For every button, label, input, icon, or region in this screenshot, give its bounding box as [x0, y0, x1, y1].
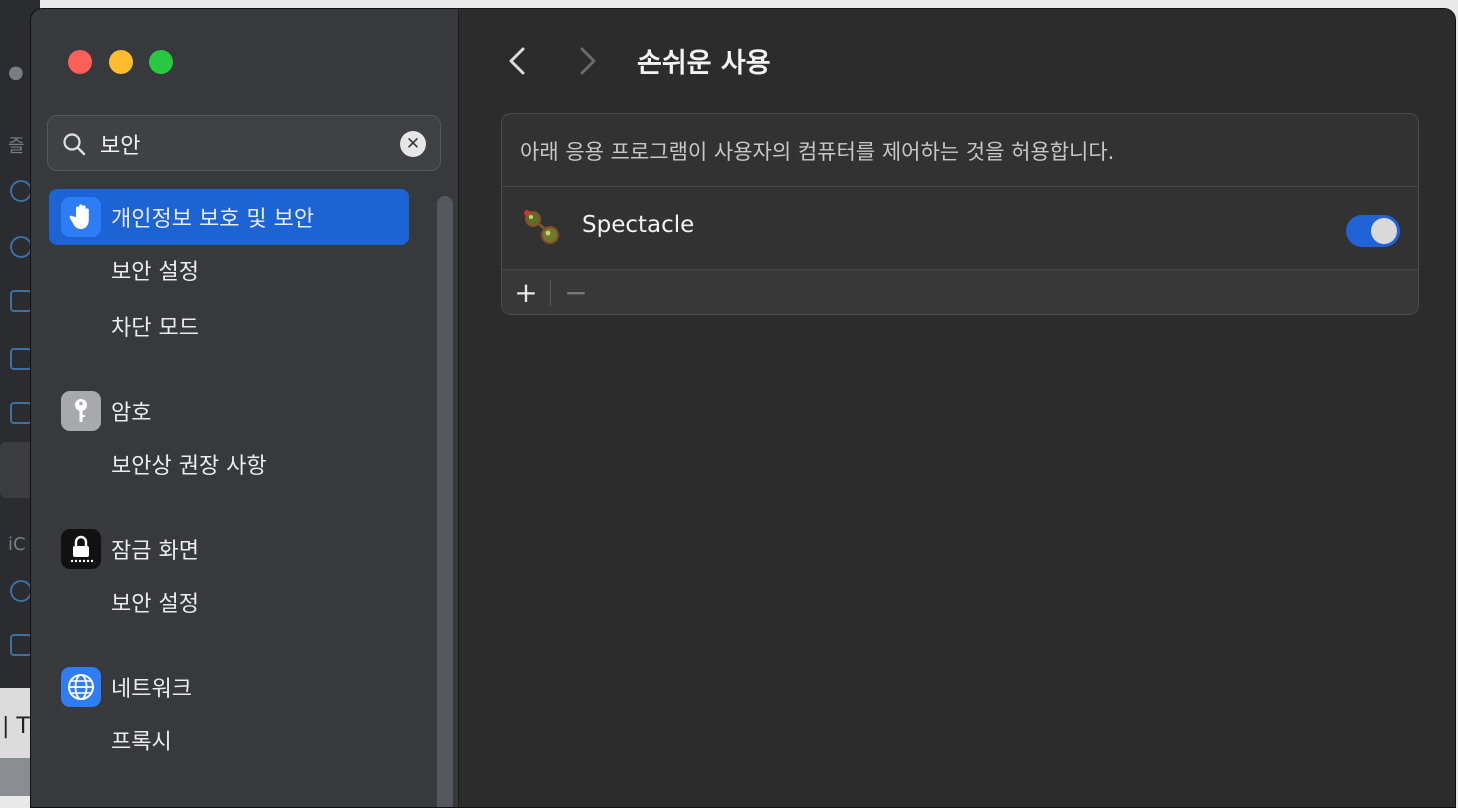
- toggle-knob: [1371, 218, 1397, 244]
- sidebar-item-label: 잠금 화면: [111, 539, 199, 564]
- sidebar: ✕ 개인정보 보호 및 보안 보안 설정 차단 모드 암호: [31, 9, 459, 807]
- add-app-button[interactable]: +: [508, 276, 544, 310]
- background-icon: [10, 348, 32, 370]
- spectacle-toggle[interactable]: [1346, 215, 1400, 247]
- minimize-window-button[interactable]: [109, 50, 133, 74]
- footer-divider: [550, 280, 551, 306]
- background-icon: [10, 236, 32, 258]
- sidebar-subitem-security-recommendations[interactable]: 보안상 권장 사항: [111, 447, 267, 487]
- sidebar-item-privacy-security[interactable]: 개인정보 보호 및 보안: [49, 189, 409, 245]
- sidebar-item-label: 네트워크: [111, 677, 192, 702]
- remove-app-button[interactable]: −: [558, 276, 594, 310]
- sidebar-subitem-lockdown-mode[interactable]: 차단 모드: [111, 309, 199, 349]
- close-window-button[interactable]: [68, 50, 92, 74]
- background-fragment: iC: [8, 534, 26, 555]
- sidebar-item-label: 개인정보 보호 및 보안: [111, 207, 315, 232]
- search-icon: [63, 133, 86, 156]
- spectacle-glasses-icon: [524, 210, 559, 244]
- background-icon: [10, 580, 32, 602]
- clear-search-icon[interactable]: ✕: [400, 131, 426, 157]
- background-fragment: | T: [2, 714, 30, 739]
- sidebar-item-lock-screen[interactable]: 잠금 화면: [49, 521, 409, 577]
- background-fragment: 즐: [8, 136, 25, 157]
- sidebar-subitem-proxies[interactable]: 프록시: [111, 723, 172, 763]
- settings-window: ✕ 개인정보 보호 및 보안 보안 설정 차단 모드 암호: [30, 8, 1456, 808]
- sidebar-item-label: 암호: [111, 401, 152, 426]
- sidebar-item-passwords[interactable]: 암호: [49, 383, 409, 439]
- panel-description: 아래 응용 프로그램이 사용자의 컴퓨터를 제어하는 것을 허용합니다.: [520, 140, 1115, 164]
- search-input[interactable]: [100, 126, 390, 162]
- sidebar-item-network[interactable]: 네트워크: [49, 659, 409, 715]
- background-icon: [10, 290, 32, 312]
- sidebar-scrollbar[interactable]: [437, 196, 453, 807]
- globe-icon: [61, 667, 101, 707]
- search-field[interactable]: ✕: [47, 115, 441, 171]
- background-icon: [10, 634, 32, 656]
- panel-footer: + −: [502, 270, 1418, 314]
- sidebar-subitem-security-settings[interactable]: 보안 설정: [111, 585, 199, 625]
- back-chevron-icon[interactable]: [502, 43, 532, 79]
- page-title: 손쉬운 사용: [637, 48, 771, 79]
- background-icon: [10, 402, 32, 424]
- sidebar-subitem-security-settings[interactable]: 보안 설정: [111, 253, 199, 293]
- background-fragment: ●: [8, 62, 24, 83]
- zoom-window-button[interactable]: [149, 50, 173, 74]
- app-row-spectacle[interactable]: Spectacle: [502, 187, 1418, 269]
- lock-icon: [61, 529, 101, 569]
- background-icon: [10, 180, 32, 202]
- hand-icon: [61, 197, 101, 237]
- content-pane: 손쉬운 사용 아래 응용 프로그램이 사용자의 컴퓨터를 제어하는 것을 허용합…: [460, 9, 1455, 807]
- app-name: Spectacle: [582, 212, 695, 238]
- forward-chevron-icon[interactable]: [573, 43, 603, 79]
- key-icon: [61, 391, 101, 431]
- accessibility-apps-panel: 아래 응용 프로그램이 사용자의 컴퓨터를 제어하는 것을 허용합니다. Spe…: [501, 113, 1419, 315]
